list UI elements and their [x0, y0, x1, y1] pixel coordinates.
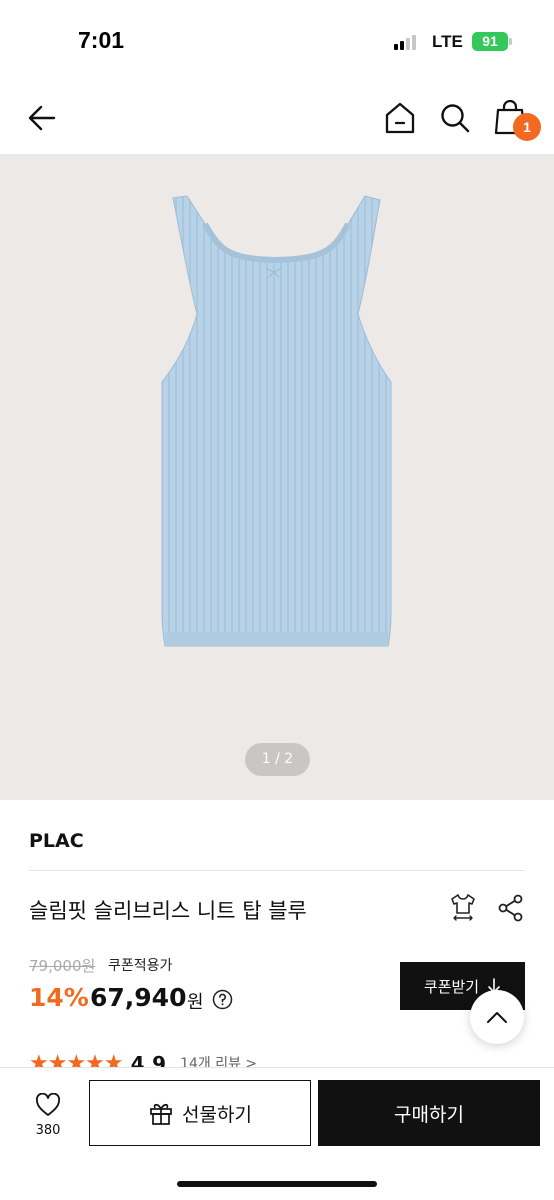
- product-image: [161, 195, 392, 647]
- product-title: 슬림핏 슬리브리스 니트 탑 블루: [29, 899, 307, 923]
- buy-button[interactable]: 구매하기: [318, 1080, 540, 1146]
- original-price: 79,000원: [29, 957, 96, 975]
- brand-name[interactable]: PLAC: [29, 830, 84, 852]
- product-gallery[interactable]: 1 / 2: [0, 154, 554, 800]
- home-icon: [385, 102, 415, 134]
- search-icon: [441, 104, 470, 133]
- price-info-button[interactable]: [212, 989, 233, 1010]
- like-count: 380: [35, 1123, 61, 1138]
- signal-icon: [394, 34, 422, 50]
- size-guide-button[interactable]: [448, 892, 478, 922]
- sale-price: 67,940: [90, 983, 187, 1012]
- home-indicator: [177, 1181, 377, 1187]
- battery-icon: 91: [472, 32, 508, 51]
- heart-icon: [36, 1092, 60, 1116]
- gift-button-label: 선물하기: [182, 1103, 252, 1126]
- network-type: LTE: [432, 32, 463, 51]
- search-button[interactable]: [435, 98, 475, 138]
- share-icon: [498, 894, 523, 922]
- image-page-indicator: 1 / 2: [245, 743, 310, 776]
- home-button[interactable]: [380, 98, 420, 138]
- divider: [29, 870, 525, 871]
- buy-button-label: 구매하기: [394, 1103, 464, 1126]
- arrow-left-icon: [28, 105, 56, 131]
- cart-count-badge: 1: [513, 113, 541, 141]
- scroll-to-top-button[interactable]: [470, 990, 524, 1044]
- battery-level: 91: [482, 33, 498, 49]
- currency-unit: 원: [187, 992, 204, 1013]
- tshirt-size-icon: [451, 894, 475, 921]
- battery-cap: [509, 38, 512, 45]
- coupon-price-label: 쿠폰적용가: [108, 958, 173, 974]
- top-nav: [0, 84, 554, 154]
- like-button[interactable]: 380: [26, 1092, 70, 1149]
- coupon-button-label: 쿠폰받기: [423, 977, 480, 996]
- gift-button[interactable]: 선물하기: [89, 1080, 311, 1146]
- discount-rate: 14%: [29, 983, 89, 1012]
- status-bar: 7:01 LTE 91: [0, 0, 554, 84]
- bottom-action-bar: 380 선물하기 구매하기: [0, 1067, 554, 1200]
- gift-icon: [150, 1103, 172, 1125]
- back-button[interactable]: [22, 98, 62, 138]
- chevron-up-icon: [487, 1012, 507, 1023]
- share-button[interactable]: [498, 894, 524, 922]
- question-circle-icon: [212, 989, 233, 1010]
- status-time: 7:01: [78, 27, 125, 53]
